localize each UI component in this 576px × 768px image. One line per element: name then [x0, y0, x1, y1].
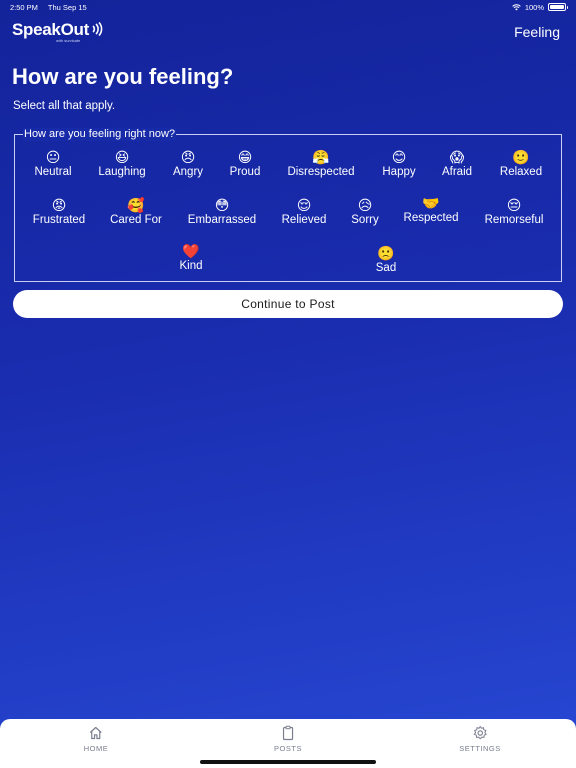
feeling-label: Sad — [375, 262, 397, 274]
handshake-icon: 🤝 — [422, 195, 440, 211]
feeling-label: Respected — [403, 212, 459, 224]
feeling-frustrated[interactable]: 😡 Frustrated — [33, 197, 85, 226]
feeling-kind[interactable]: ❤️ Kind — [179, 243, 202, 272]
wifi-icon — [512, 3, 521, 10]
feeling-sorry[interactable]: 😥 Sorry — [351, 197, 378, 226]
logo-subtext: with survicate — [56, 38, 81, 43]
clipboard-icon — [282, 725, 294, 741]
feeling-embarrassed[interactable]: 😳 Embarrassed — [188, 197, 256, 226]
smiling-hearts-icon: 🥰 — [127, 197, 145, 213]
pouting-face-icon: 😡 — [51, 197, 67, 213]
tab-posts[interactable]: POSTS — [274, 725, 302, 753]
feeling-label: Laughing — [98, 166, 146, 178]
status-right: 100% — [512, 2, 568, 12]
feeling-relaxed[interactable]: 🙂 Relaxed — [500, 149, 542, 178]
feeling-label: Happy — [382, 166, 416, 178]
battery-icon — [548, 3, 568, 11]
huffing-face-icon: 😤 — [312, 149, 330, 165]
tab-label: SETTINGS — [459, 744, 501, 753]
feeling-label: Disrespected — [287, 166, 355, 178]
flushed-face-icon: 😳 — [214, 197, 230, 213]
app-header: SpeakOut with survicate Feeling — [12, 20, 564, 46]
grinning-face-icon: 😁 — [237, 149, 253, 165]
tab-label: POSTS — [274, 744, 302, 753]
page-subtitle: Select all that apply. — [13, 100, 116, 112]
feeling-sad[interactable]: 🙁 Sad — [376, 245, 396, 274]
tab-home[interactable]: HOME — [84, 725, 109, 753]
logo-text: SpeakOut — [12, 20, 89, 39]
feeling-label: Relieved — [281, 214, 327, 226]
sound-waves-icon — [92, 22, 103, 36]
feeling-neutral[interactable]: 😐 Neutral — [34, 149, 71, 178]
tab-settings[interactable]: SETTINGS — [459, 725, 501, 753]
feeling-label: Proud — [229, 166, 261, 178]
feeling-label: Cared For — [110, 214, 162, 226]
feeling-label: Sorry — [351, 214, 379, 226]
sad-relieved-face-icon: 😥 — [357, 197, 373, 213]
gear-icon — [473, 726, 487, 740]
status-left: 2:50 PM Thu Sep 15 — [10, 3, 95, 12]
feeling-happy[interactable]: 😊 Happy — [382, 149, 415, 178]
feeling-cared-for[interactable]: 🥰 Cared For — [110, 197, 162, 226]
angry-face-icon: 😠 — [180, 149, 196, 165]
laughing-face-icon: 😆 — [114, 149, 130, 165]
feelings-fieldset: How are you feeling right now? 😐 Neutral… — [14, 128, 562, 282]
frowning-face-icon: 🙁 — [377, 245, 395, 261]
feeling-relieved[interactable]: 😌 Relieved — [282, 197, 327, 226]
feeling-label: Kind — [179, 260, 203, 272]
feeling-label: Afraid — [441, 166, 473, 178]
status-time: 2:50 PM — [10, 2, 38, 12]
page-title: How are you feeling? — [12, 64, 234, 89]
home-icon — [90, 726, 102, 740]
slight-smile-icon: 🙂 — [512, 149, 530, 165]
feeling-label: Embarrassed — [187, 214, 257, 226]
feeling-afraid[interactable]: 😱 Afraid — [442, 149, 472, 178]
battery-percent: 100% — [524, 2, 544, 12]
feelings-legend: How are you feeling right now? — [23, 128, 177, 141]
speakout-logo: SpeakOut — [12, 20, 564, 40]
screaming-face-icon: 😱 — [449, 149, 465, 165]
feeling-respected[interactable]: 🤝 Respected — [404, 195, 459, 224]
pensive-face-icon: 😔 — [506, 197, 522, 213]
feeling-laughing[interactable]: 😆 Laughing — [98, 149, 145, 178]
feeling-label: Relaxed — [499, 166, 543, 178]
tab-label: HOME — [83, 744, 109, 753]
feeling-label: Neutral — [34, 166, 72, 178]
feeling-disrespected[interactable]: 😤 Disrespected — [287, 149, 354, 178]
smiling-face-icon: 😊 — [391, 149, 407, 165]
status-date: Thu Sep 15 — [47, 2, 87, 12]
continue-to-post-button[interactable]: Continue to Post — [13, 290, 563, 318]
nav-title: Feeling — [514, 24, 560, 40]
home-indicator — [200, 760, 376, 764]
feeling-label: Frustrated — [32, 214, 86, 226]
neutral-face-icon: 😐 — [45, 149, 61, 165]
feeling-label: Angry — [172, 166, 204, 178]
feeling-label: Remorseful — [484, 214, 544, 226]
feeling-angry[interactable]: 😠 Angry — [173, 149, 203, 178]
relieved-face-icon: 😌 — [296, 197, 312, 213]
feeling-remorseful[interactable]: 😔 Remorseful — [485, 197, 544, 226]
heart-icon: ❤️ — [182, 243, 200, 259]
status-bar: 2:50 PM Thu Sep 15 100% — [0, 0, 576, 14]
feeling-proud[interactable]: 😁 Proud — [230, 149, 261, 178]
